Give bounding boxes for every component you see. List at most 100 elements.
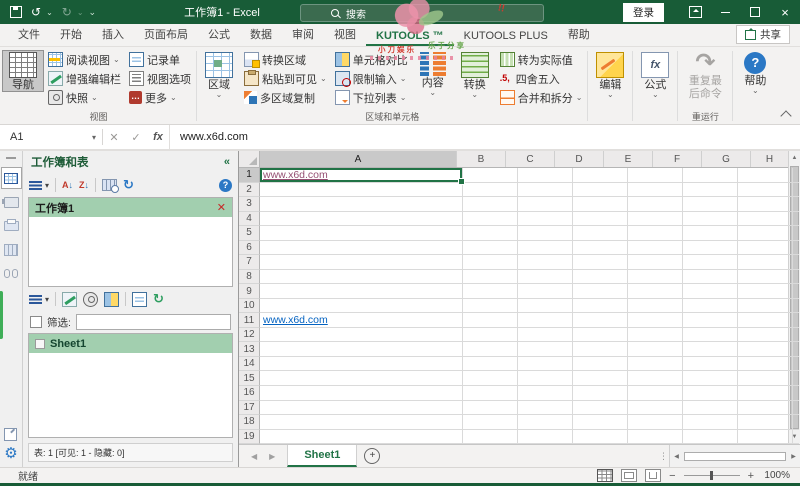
range-button[interactable]: 区域 ⌄ (198, 50, 240, 98)
row-header-13[interactable]: 13 (239, 342, 260, 357)
column-header-G[interactable]: G (702, 151, 751, 167)
cell-E9[interactable] (628, 284, 683, 299)
menu-icon[interactable] (29, 295, 42, 304)
cell-H6[interactable] (793, 241, 799, 256)
tab-data[interactable]: 数据 (240, 23, 282, 46)
select-all-corner[interactable] (239, 151, 260, 167)
save-icon[interactable] (10, 6, 22, 18)
cell-E17[interactable] (628, 401, 683, 416)
cell-H19[interactable] (793, 430, 799, 445)
cell-A10[interactable] (260, 299, 463, 314)
formula-input[interactable]: www.x6d.com (169, 125, 800, 149)
cell-B7[interactable] (463, 255, 518, 270)
cell-A16[interactable] (260, 386, 463, 401)
cell-F10[interactable] (683, 299, 738, 314)
enhanced-edit-bar-button[interactable]: 增强编辑栏 (46, 69, 123, 88)
cell-E3[interactable] (628, 197, 683, 212)
row-header-4[interactable]: 4 (239, 212, 260, 227)
cell-B1[interactable] (463, 168, 518, 183)
cell-D19[interactable] (573, 430, 628, 445)
cell-A8[interactable] (260, 270, 463, 285)
protect-sheet-icon[interactable] (104, 292, 119, 307)
zoom-level[interactable]: 100% (762, 470, 790, 481)
cell-E8[interactable] (628, 270, 683, 285)
row-header-16[interactable]: 16 (239, 386, 260, 401)
undo-button[interactable]: ↺ (31, 6, 41, 18)
cell-D2[interactable] (573, 183, 628, 198)
row-header-6[interactable]: 6 (239, 241, 260, 256)
cell-D16[interactable] (573, 386, 628, 401)
cell-G6[interactable] (738, 241, 793, 256)
cell-B10[interactable] (463, 299, 518, 314)
content-button[interactable]: 内容 ⌄ (412, 50, 454, 96)
rename-sheet-icon[interactable] (62, 292, 77, 307)
sheet-options-icon[interactable] (132, 292, 147, 307)
row-header-8[interactable]: 8 (239, 270, 260, 285)
cell-C9[interactable] (518, 284, 573, 299)
cell-F2[interactable] (683, 183, 738, 198)
cell-C15[interactable] (518, 371, 573, 386)
collapse-ribbon-icon[interactable] (780, 110, 791, 121)
cell-C18[interactable] (518, 415, 573, 430)
cell-D1[interactable] (573, 168, 628, 183)
cell-C17[interactable] (518, 401, 573, 416)
row-header-5[interactable]: 5 (239, 226, 260, 241)
sort-ascending-icon[interactable]: A↓ (62, 181, 73, 190)
row-header-10[interactable]: 10 (239, 299, 260, 314)
gear-icon[interactable]: ⚙ (4, 447, 17, 461)
cell-H1[interactable] (793, 168, 799, 183)
cell-E10[interactable] (628, 299, 683, 314)
cell-D13[interactable] (573, 342, 628, 357)
pane-tab-name-manager-icon[interactable] (4, 221, 19, 231)
cell-G15[interactable] (738, 371, 793, 386)
page-break-view-icon[interactable] (645, 469, 661, 482)
cell-B15[interactable] (463, 371, 518, 386)
cell-H16[interactable] (793, 386, 799, 401)
cell-D14[interactable] (573, 357, 628, 372)
merge-split-button[interactable]: 合并和拆分⌄ (498, 88, 585, 107)
sheet-checkbox[interactable] (35, 339, 45, 349)
cell-D10[interactable] (573, 299, 628, 314)
cell-C12[interactable] (518, 328, 573, 343)
zoom-slider[interactable] (684, 475, 740, 477)
column-header-E[interactable]: E (604, 151, 653, 167)
cell-A9[interactable] (260, 284, 463, 299)
sign-in-button[interactable]: 登录 (623, 3, 664, 22)
zoom-out-icon[interactable]: − (669, 471, 675, 481)
cell-G17[interactable] (738, 401, 793, 416)
cell-F12[interactable] (683, 328, 738, 343)
cell-C4[interactable] (518, 212, 573, 227)
undo-dropdown-icon[interactable]: ⌄ (46, 8, 53, 17)
scroll-up-icon[interactable]: ▲ (789, 151, 800, 165)
confirm-entry-icon[interactable]: ✓ (125, 131, 147, 144)
pane-resize-handle[interactable] (0, 291, 3, 339)
tab-kutools[interactable]: KUTOOLS ™ (366, 27, 454, 46)
cell-C16[interactable] (518, 386, 573, 401)
tab-file[interactable]: 文件 (8, 23, 50, 46)
cell-E14[interactable] (628, 357, 683, 372)
cell-H9[interactable] (793, 284, 799, 299)
tab-review[interactable]: 审阅 (282, 23, 324, 46)
cell-H5[interactable] (793, 226, 799, 241)
cell-G13[interactable] (738, 342, 793, 357)
cell-C3[interactable] (518, 197, 573, 212)
cell-H11[interactable] (793, 313, 799, 328)
cell-E5[interactable] (628, 226, 683, 241)
cell-H13[interactable] (793, 342, 799, 357)
pane-collapse-dash-icon[interactable] (6, 157, 16, 159)
cell-B17[interactable] (463, 401, 518, 416)
cell-G19[interactable] (738, 430, 793, 445)
cell-link-A11[interactable]: www.x6d.com (263, 314, 328, 326)
cell-E12[interactable] (628, 328, 683, 343)
column-header-A[interactable]: A (260, 151, 457, 167)
name-box[interactable]: A1 ▾ (0, 125, 102, 149)
cell-A15[interactable] (260, 371, 463, 386)
cell-F5[interactable] (683, 226, 738, 241)
cell-D9[interactable] (573, 284, 628, 299)
cell-E15[interactable] (628, 371, 683, 386)
cell-C5[interactable] (518, 226, 573, 241)
cell-E4[interactable] (628, 212, 683, 227)
cell-G11[interactable] (738, 313, 793, 328)
column-header-B[interactable]: B (457, 151, 506, 167)
cell-H14[interactable] (793, 357, 799, 372)
